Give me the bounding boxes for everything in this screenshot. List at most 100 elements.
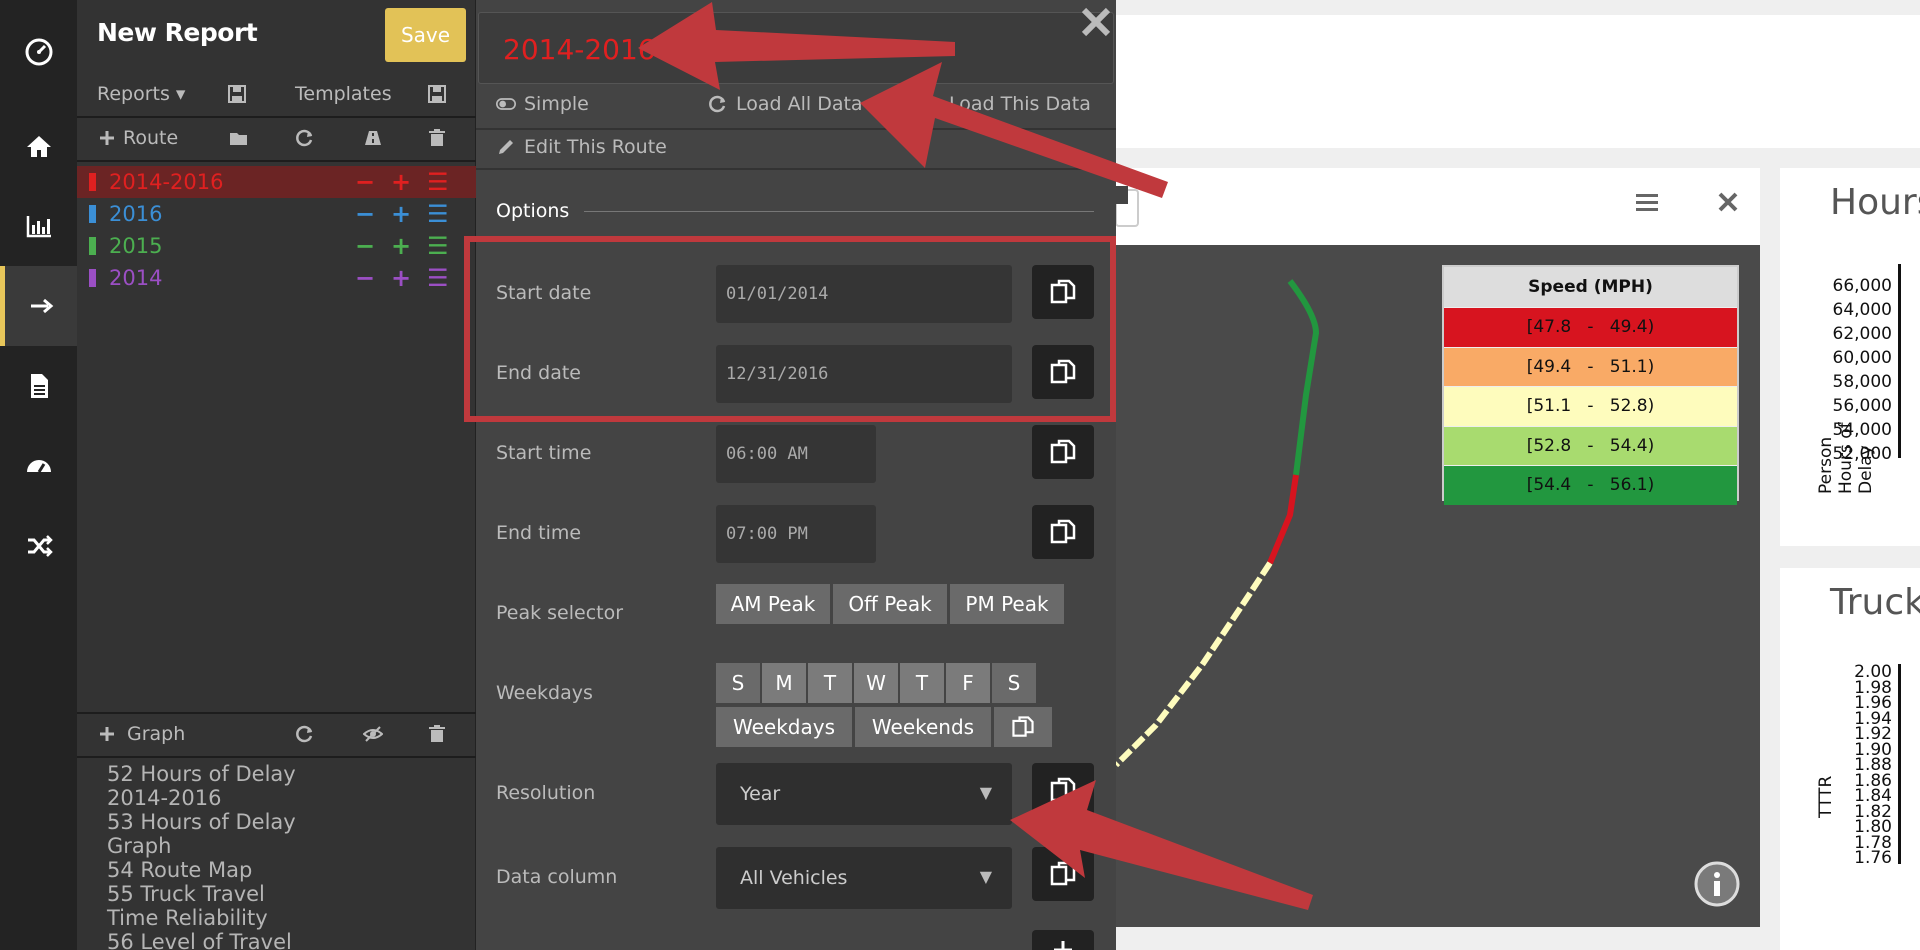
route-name[interactable]: 2015 [109, 234, 162, 258]
close-icon[interactable] [1716, 190, 1740, 214]
close-icon[interactable] [1076, 2, 1116, 42]
simple-toggle[interactable]: Simple [496, 93, 589, 115]
load-this-data-button[interactable]: Load This Data [949, 93, 1091, 115]
icon-rail [0, 0, 77, 950]
graph-list-item[interactable]: 53 Hours of Delay [107, 810, 296, 834]
road-icon[interactable] [363, 128, 383, 148]
route-name[interactable]: 2014 [109, 266, 162, 290]
save-button[interactable]: Save [385, 8, 466, 62]
data-column-label: Data column [496, 866, 618, 888]
refresh-icon[interactable] [295, 724, 315, 744]
route-name[interactable]: 2016 [109, 202, 162, 226]
minus-icon[interactable]: − [355, 234, 375, 258]
start-time-input[interactable]: 06:00 AM [716, 425, 876, 483]
add-graph-icon[interactable] [97, 724, 117, 744]
caret-down-icon: ▼ [979, 867, 992, 886]
graph-list-item[interactable]: 54 Route Map [107, 858, 296, 882]
route-name[interactable]: 2014-2016 [109, 170, 223, 194]
hours-card-title: Hours [1830, 182, 1920, 223]
refresh-icon[interactable] [295, 128, 315, 148]
route-item[interactable]: 2014-2016 − + ☰ [77, 166, 476, 198]
end-time-label: End time [496, 522, 582, 544]
trash-icon[interactable] [427, 724, 447, 744]
resolution-label: Resolution [496, 782, 596, 804]
pm-peak-button[interactable]: PM Peak [950, 584, 1064, 624]
shuffle-icon[interactable] [0, 506, 77, 586]
graph-list-item[interactable]: Graph [107, 834, 296, 858]
reports-dropdown[interactable]: Reports ▾ [97, 83, 185, 105]
eye-slash-icon[interactable] [363, 724, 383, 744]
graph-list-item[interactable]: 2014-2016 [107, 786, 296, 810]
reports-toolbar: Reports ▾ Templates [77, 72, 476, 116]
weekends-button[interactable]: Weekends [855, 707, 991, 747]
route-title-box[interactable]: 2014-2016 [478, 12, 1114, 84]
minus-icon[interactable]: − [355, 170, 375, 194]
menu-icon[interactable]: ☰ [427, 234, 449, 258]
lock-icon[interactable] [1116, 186, 1142, 230]
route-item[interactable]: 2015 − + ☰ [77, 230, 476, 262]
save-template-icon[interactable] [427, 84, 447, 104]
day-friday[interactable]: F [946, 663, 990, 703]
save-icon[interactable] [227, 84, 247, 104]
hamburger-menu-icon[interactable] [1634, 190, 1660, 216]
add-button[interactable] [1032, 930, 1094, 950]
weekdays-label: Weekdays [496, 682, 593, 704]
minus-icon[interactable]: − [355, 266, 375, 290]
arrow-right-icon[interactable] [0, 266, 77, 346]
day-saturday[interactable]: S [992, 663, 1036, 703]
day-sunday[interactable]: S [716, 663, 760, 703]
data-column-select[interactable]: All Vehicles ▼ [716, 847, 1012, 909]
minus-icon[interactable]: − [355, 202, 375, 226]
route-options-panel: 2014-2016 Simple Load All Data Load This… [476, 0, 1116, 950]
copy-data-column-button[interactable] [1032, 847, 1094, 901]
load-all-data-button[interactable]: Load All Data [708, 93, 863, 115]
add-route-icon[interactable] [97, 128, 117, 148]
templates-label[interactable]: Templates [295, 83, 392, 105]
copy-weekdays-button[interactable] [994, 707, 1052, 747]
copy-end-time-button[interactable] [1032, 505, 1094, 559]
hours-y-tick: 62,000 [1832, 324, 1892, 344]
edit-route-button[interactable]: Edit This Route [496, 136, 667, 158]
menu-icon[interactable]: ☰ [427, 202, 449, 226]
plus-icon[interactable]: + [391, 266, 411, 290]
off-peak-button[interactable]: Off Peak [833, 584, 947, 624]
end-time-input[interactable]: 07:00 PM [716, 505, 876, 563]
hours-y-tick: 58,000 [1832, 372, 1892, 392]
home-icon[interactable] [0, 106, 77, 186]
plus-icon[interactable]: + [391, 234, 411, 258]
dashboard-icon[interactable] [0, 426, 77, 506]
route-item[interactable]: 2014 − + ☰ [77, 262, 476, 294]
copy-start-time-button[interactable] [1032, 425, 1094, 479]
copy-resolution-button[interactable] [1032, 763, 1094, 817]
day-tuesday[interactable]: T [808, 663, 852, 703]
day-wednesday[interactable]: W [854, 663, 898, 703]
route-item[interactable]: 2016 − + ☰ [77, 198, 476, 230]
day-thursday[interactable]: T [900, 663, 944, 703]
document-icon[interactable] [0, 346, 77, 426]
speedometer-icon[interactable] [0, 12, 77, 92]
graph-list-item[interactable]: Time Reliability [107, 906, 296, 930]
graph-list-item[interactable]: 55 Truck Travel [107, 882, 296, 906]
divider [77, 160, 476, 162]
menu-icon[interactable]: ☰ [427, 266, 449, 290]
weekdays-button[interactable]: Weekdays [716, 707, 852, 747]
am-peak-button[interactable]: AM Peak [716, 584, 830, 624]
day-monday[interactable]: M [762, 663, 806, 703]
menu-icon[interactable]: ☰ [427, 170, 449, 194]
refresh-icon [709, 95, 726, 113]
folder-open-icon[interactable] [229, 128, 249, 148]
copy-icon [1050, 861, 1076, 886]
plus-icon[interactable]: + [391, 202, 411, 226]
graph-list-item[interactable]: 56 Level of Travel [107, 930, 296, 950]
copy-icon [1050, 777, 1076, 802]
route-title[interactable]: 2014-2016 [503, 33, 656, 66]
copy-icon [1012, 716, 1034, 737]
options-heading: Options [496, 200, 570, 222]
graph-list-item[interactable]: 52 Hours of Delay [107, 762, 296, 786]
info-icon[interactable] [1694, 861, 1740, 907]
trash-icon[interactable] [427, 128, 447, 148]
hours-y-tick: 66,000 [1832, 276, 1892, 296]
plus-icon[interactable]: + [391, 170, 411, 194]
resolution-select[interactable]: Year ▼ [716, 763, 1012, 825]
bar-chart-icon[interactable] [0, 186, 77, 266]
